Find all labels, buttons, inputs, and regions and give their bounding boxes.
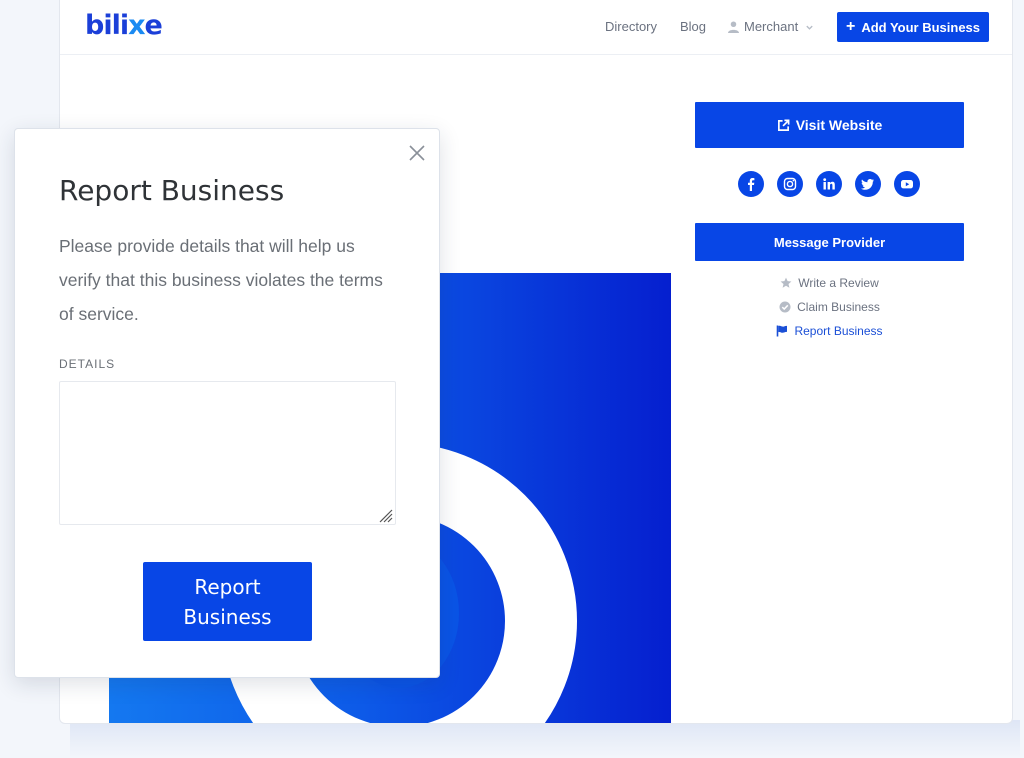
external-link-icon [777, 119, 790, 131]
chevron-down-icon [806, 25, 813, 30]
modal-description: Please provide details that will help us… [59, 236, 383, 324]
close-icon[interactable] [408, 144, 426, 162]
details-label: DETAILS [59, 357, 116, 371]
add-business-label: Add Your Business [861, 19, 981, 35]
resize-handle-icon[interactable] [377, 507, 393, 523]
facebook-icon[interactable] [738, 171, 764, 197]
top-navbar: bilixe Directory Blog Merchant + Add You… [60, 0, 1012, 55]
nav-merchant-menu[interactable]: Merchant [728, 19, 814, 35]
nav-blog[interactable]: Blog [680, 19, 706, 35]
report-business-link[interactable]: Report Business [695, 324, 964, 338]
claim-business-link[interactable]: Claim Business [695, 300, 964, 314]
nav-directory[interactable]: Directory [605, 19, 657, 35]
claim-business-label: Claim Business [797, 300, 880, 314]
check-circle-icon [779, 301, 791, 313]
star-icon [780, 277, 792, 288]
details-textarea[interactable] [59, 381, 396, 525]
youtube-icon[interactable] [894, 171, 920, 197]
visit-website-label: Visit Website [795, 117, 883, 133]
flag-icon [777, 325, 788, 337]
write-review-label: Write a Review [798, 276, 879, 290]
modal-title: Report Business [59, 174, 285, 207]
social-links [738, 171, 920, 197]
twitter-icon[interactable] [855, 171, 881, 197]
plus-icon: + [845, 18, 856, 35]
linkedin-icon[interactable] [816, 171, 842, 197]
brand-logo[interactable]: bilixe [85, 10, 163, 42]
report-business-label: Report Business [794, 324, 883, 338]
instagram-icon[interactable] [777, 171, 803, 197]
nav-merchant-label: Merchant [744, 19, 799, 34]
visit-website-button[interactable]: Visit Website [695, 102, 964, 148]
report-business-submit-button[interactable]: Report Business [143, 562, 312, 641]
message-provider-button[interactable]: Message Provider [695, 223, 964, 261]
report-business-modal: Report Business Please provide details t… [14, 128, 440, 678]
message-provider-label: Message Provider [773, 234, 886, 250]
page-shadow [70, 720, 1020, 758]
write-review-link[interactable]: Write a Review [695, 276, 964, 290]
add-business-button[interactable]: + Add Your Business [837, 12, 989, 42]
user-icon [728, 21, 739, 33]
